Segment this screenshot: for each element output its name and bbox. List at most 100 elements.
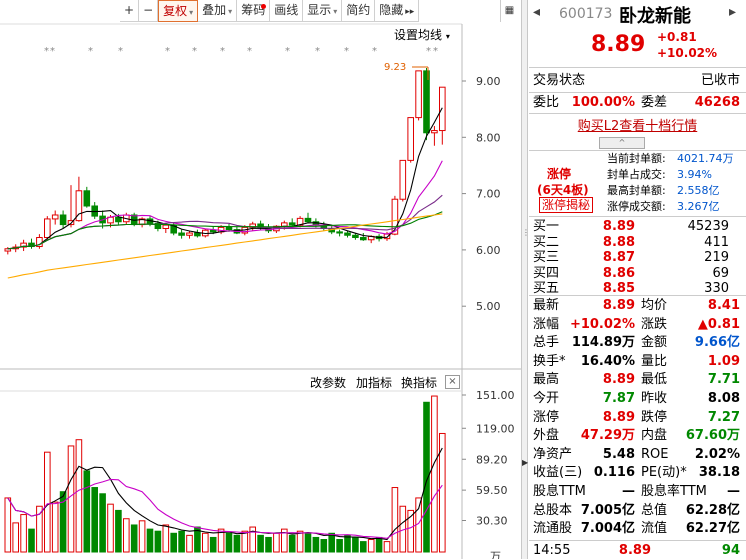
event-star-icon: * bbox=[192, 46, 197, 57]
event-star-icon: * bbox=[44, 46, 49, 57]
candle-body bbox=[186, 232, 193, 236]
kline-price-chart[interactable]: 9.00 8.00 7.00 6.00 5.00 151.00 119.00 89.20 59.… bbox=[0, 0, 521, 559]
candle-body bbox=[423, 70, 430, 134]
stat-value: 8.89 bbox=[602, 372, 635, 388]
volume-bar bbox=[352, 536, 359, 553]
volume-bar bbox=[391, 487, 399, 553]
prev-stock-icon[interactable]: ◂ bbox=[533, 4, 540, 20]
stat-label: 流通股 bbox=[533, 521, 573, 537]
volume-bar bbox=[265, 536, 272, 553]
add-indicator-button[interactable]: 加指标 bbox=[356, 374, 392, 391]
volume-bar bbox=[123, 518, 130, 553]
quote-stat-row: 总手 114.89万 金额 9.66亿 bbox=[529, 334, 746, 352]
candle-body bbox=[304, 217, 312, 223]
high-price-marker: 9.23 bbox=[384, 62, 406, 73]
candle-body bbox=[281, 222, 288, 227]
quote-stat-row: 净资产 5.48 ROE 2.02% bbox=[529, 446, 746, 464]
event-star-icon: * bbox=[118, 46, 123, 57]
volume-bar bbox=[375, 536, 383, 553]
candle-body bbox=[288, 222, 296, 226]
volume-bar bbox=[344, 534, 351, 553]
last-trade-row: 14:55 8.89 94 bbox=[529, 540, 746, 559]
stat-value: 7.27 bbox=[707, 409, 740, 425]
volume-bar bbox=[130, 524, 138, 553]
event-star-icon: * bbox=[88, 46, 93, 57]
candle-body bbox=[194, 232, 201, 237]
divider bbox=[529, 92, 746, 93]
price-change: +0.81 bbox=[657, 30, 697, 44]
volume-bar bbox=[257, 534, 264, 553]
edit-params-button[interactable]: 改参数 bbox=[310, 374, 346, 391]
volume-bar bbox=[383, 541, 391, 553]
price-change-pct: +10.02% bbox=[657, 46, 718, 60]
pane-splitter[interactable]: ⋮ ▶ bbox=[521, 0, 530, 559]
stat-label: 净资产 bbox=[533, 446, 573, 462]
volume-bar bbox=[367, 539, 375, 553]
volume-bar bbox=[51, 501, 59, 553]
stat-label: 今开 bbox=[533, 391, 560, 406]
stat-label: 换手* bbox=[533, 353, 566, 369]
price-tick-label: 5.00 bbox=[476, 300, 501, 313]
kline-chart-pane[interactable]: + − 复权 ▾ 叠加 ▾ 筹码 画线 显示 ▾ 简约 隐藏 ▸▸ ▦ 设置均线 ▾ 9.00 8.00 7… bbox=[0, 0, 521, 559]
stat-value: 7.71 bbox=[707, 372, 740, 388]
volume-bar bbox=[107, 503, 114, 553]
candle-body bbox=[352, 234, 359, 239]
stat-value: 16.40% bbox=[580, 353, 635, 369]
limit-up-days: (6天4板) bbox=[537, 183, 589, 197]
stat-value: 7.004亿 bbox=[580, 521, 635, 537]
book-level-label: 买四 bbox=[533, 265, 560, 281]
volume-bar bbox=[209, 536, 217, 553]
stat-label: 跌停 bbox=[641, 409, 668, 425]
stat-value: — bbox=[622, 484, 635, 499]
ma5-line bbox=[7, 107, 443, 250]
stat-label: 总手 bbox=[533, 335, 560, 351]
candle-body bbox=[399, 159, 407, 200]
stat-value: 47.29万 bbox=[580, 428, 635, 444]
candle-body bbox=[162, 224, 170, 230]
divider bbox=[529, 216, 746, 217]
event-star-icon: * bbox=[426, 46, 431, 57]
candle-body bbox=[360, 237, 367, 241]
next-stock-icon[interactable]: ▸ bbox=[729, 4, 736, 20]
event-star-icon: * bbox=[315, 46, 320, 57]
event-star-icon: * bbox=[285, 46, 290, 57]
volume-bar bbox=[162, 524, 170, 553]
candle-body bbox=[178, 232, 185, 236]
buy-l2-link[interactable]: 购买L2查看十档行情 bbox=[529, 115, 746, 134]
stat-value: — bbox=[727, 484, 740, 499]
volume-bar bbox=[304, 532, 312, 553]
book-level-label: 买五 bbox=[533, 281, 560, 296]
stat-value: 114.89万 bbox=[571, 335, 635, 351]
candle-body bbox=[431, 130, 438, 134]
stat-label: 最新 bbox=[533, 298, 560, 313]
trade-time: 14:55 bbox=[533, 543, 571, 558]
candle-body bbox=[115, 216, 122, 223]
collapse-arrow-icon[interactable]: ▶ bbox=[522, 458, 528, 467]
expand-book-icon[interactable]: ^ bbox=[599, 137, 645, 149]
order-diff-value: 46268 bbox=[694, 95, 740, 110]
limit-up-reveal-button[interactable]: 涨停揭秘 bbox=[539, 197, 594, 213]
order-ratio-value: 100.00% bbox=[571, 95, 635, 110]
switch-indicator-button[interactable]: 换指标 bbox=[401, 374, 437, 391]
volume-bar bbox=[170, 532, 177, 553]
close-indicator-icon[interactable]: × bbox=[445, 375, 460, 389]
volume-bar bbox=[178, 530, 185, 553]
stat-label: 流值 bbox=[641, 521, 668, 537]
stat-label: 总股本 bbox=[533, 502, 573, 518]
volume-bar bbox=[328, 532, 335, 553]
event-star-icon: * bbox=[165, 46, 170, 57]
stat-value: 67.60万 bbox=[685, 428, 740, 444]
book-qty: 411 bbox=[704, 234, 729, 250]
candle-body bbox=[209, 229, 217, 233]
volume-tick-label: 万 bbox=[490, 550, 501, 559]
stat-value: 8.08 bbox=[707, 391, 740, 406]
volume-bar bbox=[28, 528, 35, 553]
candle-body bbox=[407, 117, 414, 161]
seal-label: 最高封单额: bbox=[607, 184, 666, 197]
stat-label: 涨幅 bbox=[533, 316, 560, 332]
volume-bar bbox=[296, 530, 304, 553]
trade-status-label: 交易状态 bbox=[533, 73, 586, 88]
volume-tick-label: 59.50 bbox=[476, 484, 508, 497]
volume-bar bbox=[186, 534, 193, 553]
book-level-label: 买一 bbox=[533, 219, 560, 234]
